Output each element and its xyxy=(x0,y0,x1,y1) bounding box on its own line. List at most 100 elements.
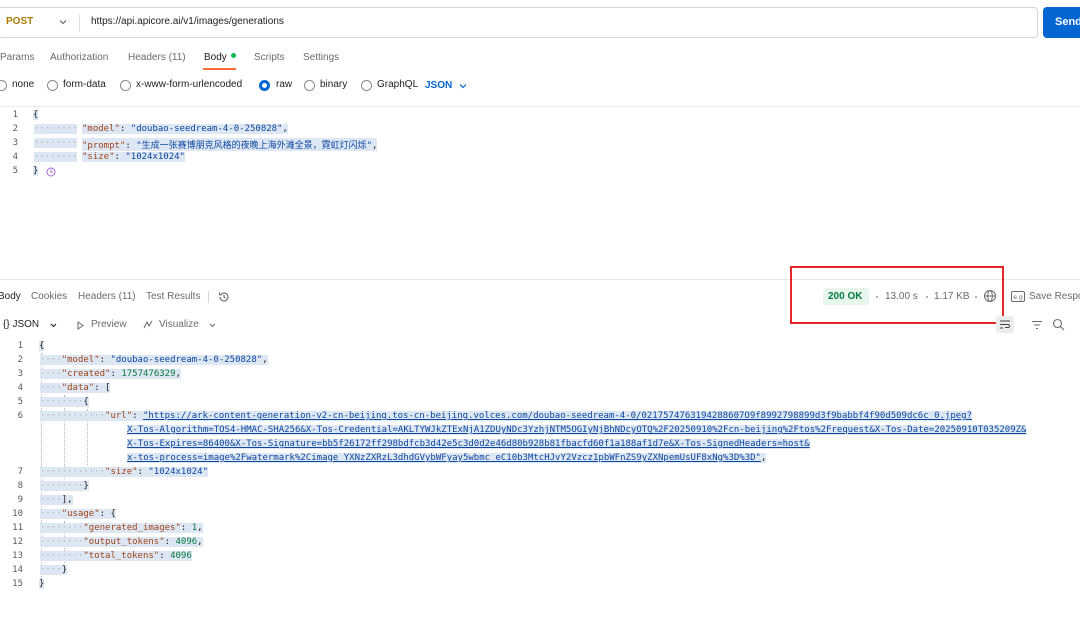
json-number: 4096 xyxy=(175,537,198,547)
line-number: 6 xyxy=(17,411,23,421)
json-key: "url" xyxy=(105,411,133,421)
line-number: 8 xyxy=(17,481,23,491)
code-line: "model": "doubao-seedream-4-0-250828", xyxy=(82,124,288,134)
line-number: 3 xyxy=(17,369,23,379)
code-line: ····"model": "doubao-seedream-4-0-250828… xyxy=(40,355,268,365)
method-select[interactable]: POST xyxy=(6,16,33,27)
code-line: X-Tos-Expires=86400&X-Tos-Signature=bb5f… xyxy=(127,439,810,449)
json-url-link[interactable]: X-Tos-Algorithm=TOS4-HMAC-SHA256&X-Tos-C… xyxy=(127,425,1026,435)
filter-icon[interactable] xyxy=(1031,319,1043,331)
search-icon[interactable] xyxy=(1052,318,1065,331)
save-icon[interactable]: e.g xyxy=(1011,291,1025,302)
json-string: "1024x1024" xyxy=(125,152,185,162)
url-input[interactable]: https://api.apicore.ai/v1/images/generat… xyxy=(91,16,284,27)
preview-button[interactable]: Preview xyxy=(91,319,127,330)
json-string: "1024x1024" xyxy=(148,467,208,477)
line-number: 1 xyxy=(17,341,23,351)
tab-headers[interactable]: Headers (11) xyxy=(128,52,186,63)
divider xyxy=(0,106,1080,107)
line-number: 14 xyxy=(12,565,23,575)
tab-response-body[interactable]: Body xyxy=(0,291,21,302)
json-url-link[interactable]: "https://ark-content-generation-v2-cn-be… xyxy=(143,411,972,421)
radio-label-form-data: form-data xyxy=(63,79,106,90)
code-line: ····"data": [ xyxy=(40,383,111,393)
tab-body[interactable]: Body xyxy=(204,52,236,63)
radio-label-graphql: GraphQL xyxy=(377,79,419,90)
radio-urlencoded[interactable] xyxy=(120,80,131,91)
json-key: "size" xyxy=(82,152,115,162)
fold-icon[interactable] xyxy=(45,166,57,178)
code-brace: } xyxy=(33,166,39,176)
json-number: 1757476329 xyxy=(121,369,176,379)
json-key: "created" xyxy=(61,369,111,379)
line-number: 2 xyxy=(12,124,18,134)
raw-format-select[interactable]: JSON xyxy=(425,80,452,91)
chevron-down-icon[interactable] xyxy=(208,321,217,330)
tab-test-results[interactable]: Test Results xyxy=(146,291,200,302)
json-url-link[interactable]: x-tos-process=image%2Fwatermark%2Cimage_… xyxy=(127,453,761,463)
line-number: 2 xyxy=(17,355,23,365)
json-url-link[interactable]: X-Tos-Expires=86400&X-Tos-Signature=bb5f… xyxy=(127,439,810,449)
code-line: x-tos-process=image%2Fwatermark%2Cimage_… xyxy=(127,453,767,463)
line-number: 5 xyxy=(17,397,23,407)
radio-label-binary: binary xyxy=(320,79,348,90)
tab-body-label: Body xyxy=(204,52,227,63)
chevron-down-icon[interactable] xyxy=(49,321,58,330)
code-line: ············"size": "1024x1024" xyxy=(40,467,208,477)
tab-response-headers[interactable]: Headers (11) xyxy=(78,291,136,302)
chevron-down-icon[interactable] xyxy=(458,81,468,91)
chevron-down-icon[interactable] xyxy=(57,16,69,28)
code-line: ········} xyxy=(40,481,89,491)
radio-label-urlencoded: x-www-form-urlencoded xyxy=(136,79,243,90)
json-string: "doubao-seedream-4-0-250828" xyxy=(110,355,263,365)
json-key: "data" xyxy=(61,383,95,393)
code-line: ····], xyxy=(40,495,73,505)
line-number: 5 xyxy=(12,166,18,176)
tab-authorization[interactable]: Authorization xyxy=(50,52,108,63)
code-line: "prompt": "生成一张赛博朋克风格的夜晚上海外滩全景，霓虹灯闪烁", xyxy=(82,138,378,151)
line-number: 13 xyxy=(12,551,23,561)
code-line: ············"url": "https://ark-content-… xyxy=(40,411,972,421)
radio-graphql[interactable] xyxy=(361,80,372,91)
radio-none[interactable] xyxy=(0,80,7,91)
code-line: ········"output_tokens": 4096, xyxy=(40,537,203,547)
json-string: "生成一张赛博朋克风格的夜晚上海外滩全景，霓虹灯闪烁" xyxy=(136,141,373,151)
radio-label-none: none xyxy=(12,79,35,90)
send-button[interactable]: Send xyxy=(1043,7,1080,38)
preview-play-icon[interactable] xyxy=(76,321,85,330)
code-line: X-Tos-Algorithm=TOS4-HMAC-SHA256&X-Tos-C… xyxy=(127,425,1027,435)
history-icon[interactable] xyxy=(217,290,231,304)
code-line: ········"generated_images": 1, xyxy=(40,523,203,533)
line-number: 11 xyxy=(12,523,23,533)
json-key: "total_tokens" xyxy=(83,551,160,561)
tab-params[interactable]: Params xyxy=(0,52,34,63)
wrap-lines-button[interactable] xyxy=(996,316,1014,333)
json-key: "size" xyxy=(105,467,138,477)
line-number: 4 xyxy=(17,383,23,393)
code-brace: { xyxy=(33,110,39,120)
json-key: "output_tokens" xyxy=(83,537,165,547)
visualize-icon[interactable] xyxy=(142,319,154,331)
save-response-button[interactable]: Save Respo xyxy=(1029,291,1080,302)
line-number: 9 xyxy=(17,495,23,505)
body-indicator-dot xyxy=(230,53,236,58)
tab-scripts[interactable]: Scripts xyxy=(254,52,285,63)
tab-response-cookies[interactable]: Cookies xyxy=(31,291,67,302)
indent-dots: ········ xyxy=(34,124,78,134)
json-key: "usage" xyxy=(61,509,100,519)
radio-binary[interactable] xyxy=(304,80,315,91)
tab-settings[interactable]: Settings xyxy=(303,52,339,63)
code-brace: { xyxy=(39,341,45,351)
json-key: "prompt" xyxy=(82,141,126,151)
code-line: ····} xyxy=(40,565,68,575)
annotation-highlight-box xyxy=(790,266,1004,324)
code-brace: } xyxy=(39,579,45,589)
radio-label-raw: raw xyxy=(276,79,293,90)
response-format-select[interactable]: {} JSON xyxy=(3,319,39,330)
visualize-button[interactable]: Visualize xyxy=(159,319,199,330)
url-bar: POST https://api.apicore.ai/v1/images/ge… xyxy=(0,7,1038,38)
radio-form-data[interactable] xyxy=(47,80,58,91)
line-number: 4 xyxy=(12,152,18,162)
indent-dots: ········ xyxy=(34,152,78,162)
radio-raw[interactable] xyxy=(259,80,270,91)
